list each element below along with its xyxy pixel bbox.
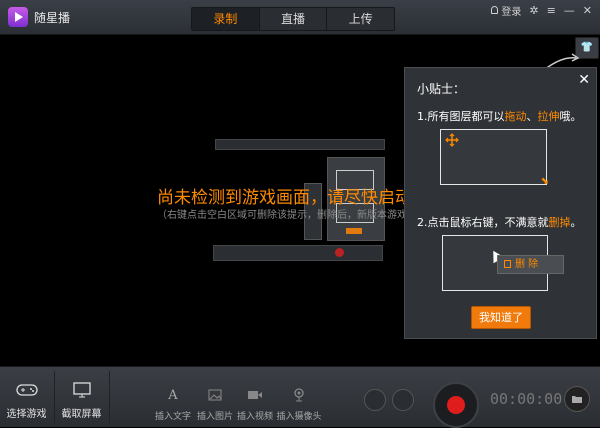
- tips-title: 小贴士：: [417, 82, 466, 96]
- capture-screen-label: 截取屏幕: [61, 409, 102, 420]
- speaker-button[interactable]: [392, 389, 414, 411]
- close-icon[interactable]: ✕: [583, 4, 592, 17]
- insert-text-button[interactable]: A 插入文字: [152, 367, 194, 427]
- insert-video-button[interactable]: 插入视频: [234, 367, 276, 427]
- tab-record[interactable]: 录制: [192, 8, 260, 30]
- record-icon: [447, 396, 465, 414]
- preview-mini-toolbar: [215, 139, 385, 150]
- text-icon: A: [168, 387, 178, 403]
- capture-screen-button[interactable]: 截取屏幕: [55, 367, 108, 427]
- tips-close-icon[interactable]: ✕: [578, 72, 590, 88]
- select-game-label: 选择游戏: [6, 409, 47, 420]
- divider: [109, 371, 110, 423]
- gamepad-icon: [15, 381, 39, 399]
- no-game-submessage: （右键点击空白区域可删除该提示，删除后，新版本游戏将会…: [157, 210, 437, 221]
- login-label: 登录: [501, 6, 522, 18]
- select-game-button[interactable]: 选择游戏: [0, 367, 53, 427]
- got-it-button[interactable]: 我知道了: [471, 306, 531, 329]
- folder-icon: [572, 396, 582, 403]
- login-button[interactable]: 登录: [491, 3, 521, 18]
- tip-line-2: 2.点击鼠标右键，不满意就删掉。: [417, 216, 582, 229]
- insert-image-button[interactable]: 插入图片: [194, 367, 236, 427]
- tips-popup: ✕ 小贴士： 1.所有图层都可以拖动、拉伸哦。 ⬊ 2.点击鼠标右键，不满意就删…: [404, 67, 597, 339]
- insert-camera-label: 插入摄像头: [276, 412, 322, 422]
- tab-upload[interactable]: 上传: [327, 8, 394, 30]
- open-folder-button[interactable]: [564, 386, 590, 412]
- insert-image-label: 插入图片: [196, 412, 233, 422]
- webcam-icon: [289, 387, 309, 403]
- insert-camera-button[interactable]: 插入摄像头: [274, 367, 324, 427]
- move-cross-icon: [445, 133, 459, 147]
- user-icon: [491, 6, 499, 14]
- insert-text-label: 插入文字: [154, 412, 191, 422]
- tip-line-1: 1.所有图层都可以拖动、拉伸哦。: [417, 110, 582, 123]
- preview-mini-record-icon: [335, 248, 344, 257]
- minimize-icon[interactable]: —: [564, 4, 575, 17]
- window-controls: 登录 ✲ ≡ — ✕: [491, 0, 600, 20]
- video-camera-icon: [245, 387, 265, 403]
- insert-video-label: 插入视频: [236, 412, 273, 422]
- app-logo-icon: [8, 7, 28, 27]
- mode-tabs: 录制 直播 上传: [191, 7, 395, 31]
- title-bar: 随星播 录制 直播 上传 登录 ✲ ≡ — ✕: [0, 0, 600, 35]
- menu-icon[interactable]: ≡: [547, 4, 556, 17]
- context-menu-delete: 删 除: [497, 255, 564, 274]
- tab-live[interactable]: 直播: [260, 8, 328, 30]
- trash-icon: [504, 260, 511, 268]
- drag-example-box: ⬊: [440, 129, 549, 187]
- no-game-message: 尚未检测到游戏画面，请尽快启动游戏: [157, 188, 446, 208]
- resize-arrow-icon: ⬊: [540, 176, 549, 187]
- record-timer: 00:00:00: [490, 390, 563, 408]
- app-title: 随星播: [34, 11, 71, 25]
- record-button[interactable]: [433, 382, 479, 428]
- image-icon: [205, 387, 225, 403]
- settings-gear-icon[interactable]: ✲: [529, 4, 538, 17]
- preview-mini-bottombar: [213, 245, 383, 261]
- delete-example-box: 删 除: [442, 235, 564, 291]
- monitor-icon: [70, 381, 94, 399]
- microphone-button[interactable]: [364, 389, 386, 411]
